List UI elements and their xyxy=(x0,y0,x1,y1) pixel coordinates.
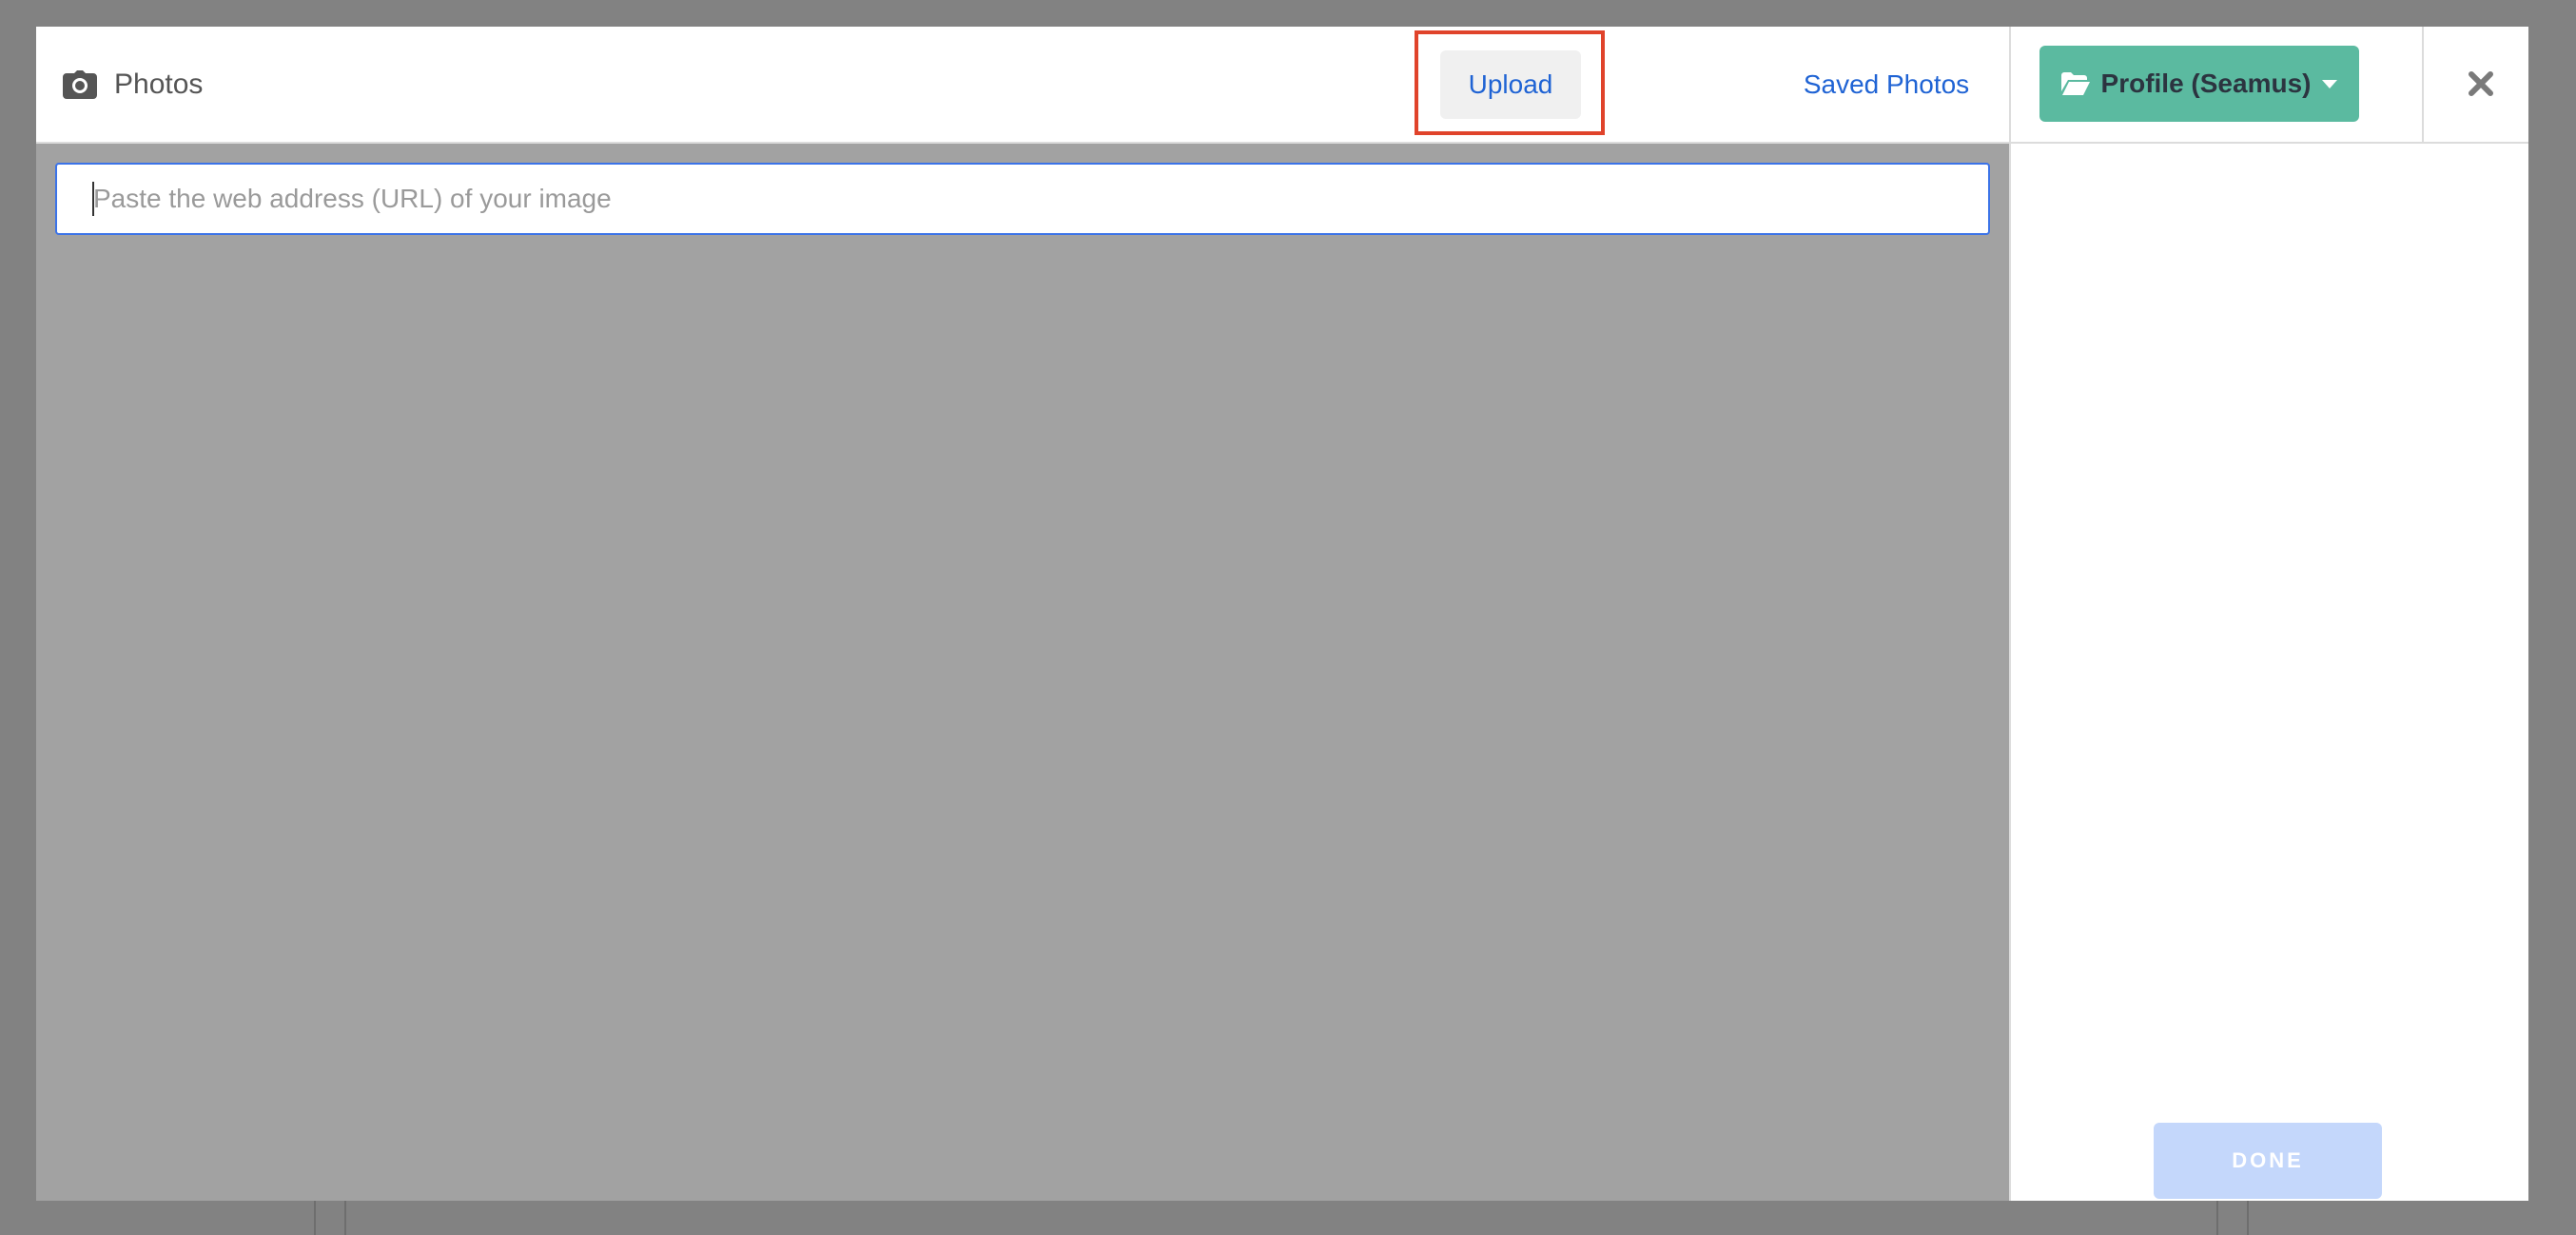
background-divider xyxy=(2247,1201,2249,1235)
url-input[interactable] xyxy=(55,163,1990,235)
tab-upload[interactable]: Upload xyxy=(1415,27,1606,142)
url-upload-pane xyxy=(36,144,2009,1201)
background-divider xyxy=(314,1201,316,1235)
tab-saved-photos-label: Saved Photos xyxy=(1803,69,1970,99)
modal-header: Photos Upload Saved Photos Profile (Seam… xyxy=(36,27,2528,144)
profile-dropdown-label: Profile (Seamus) xyxy=(2100,69,2312,98)
camera-icon xyxy=(63,69,97,99)
folder-open-icon xyxy=(2060,72,2090,95)
background-divider xyxy=(2216,1201,2218,1235)
chevron-down-icon xyxy=(2322,79,2338,88)
modal-title-group: Photos xyxy=(63,27,203,142)
done-button[interactable]: DONE xyxy=(2154,1123,2382,1199)
text-cursor xyxy=(92,182,94,216)
close-icon xyxy=(2468,70,2494,97)
photos-modal: Photos Upload Saved Photos Profile (Seam… xyxy=(36,27,2528,1201)
profile-dropdown-button[interactable]: Profile (Seamus) xyxy=(2039,46,2359,122)
tab-upload-label: Upload xyxy=(1439,49,1582,119)
close-button[interactable] xyxy=(2462,65,2500,103)
header-divider xyxy=(2422,27,2424,142)
background-divider xyxy=(344,1201,346,1235)
tab-saved-photos[interactable]: Saved Photos xyxy=(1748,27,2024,142)
modal-title: Photos xyxy=(114,68,204,100)
selection-sidebar: DONE xyxy=(2009,144,2528,1201)
header-divider xyxy=(2009,27,2011,142)
